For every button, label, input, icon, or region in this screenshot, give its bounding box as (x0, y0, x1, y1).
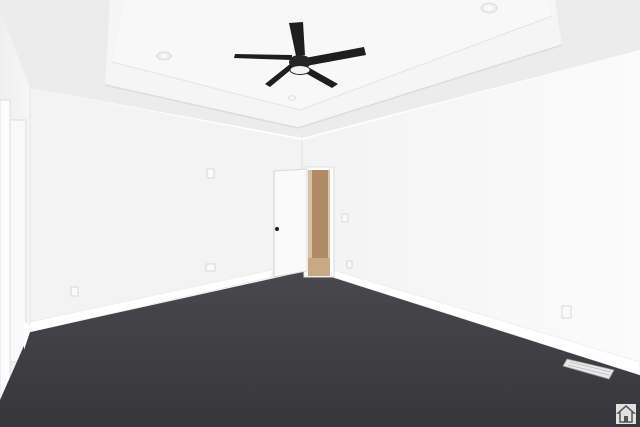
closet-door-trim (0, 99, 11, 421)
house-icon (616, 404, 636, 424)
light-switch (206, 168, 215, 179)
room-scene (0, 0, 640, 427)
recessed-light (480, 2, 498, 14)
wall-outlet (561, 305, 572, 319)
closet-door-frame (7, 119, 27, 363)
wall-outlet (346, 260, 353, 269)
hallway-floor (308, 258, 330, 276)
open-door[interactable] (273, 168, 308, 278)
door-knob (275, 227, 279, 231)
light-switch (341, 213, 349, 223)
fan-light (289, 65, 311, 75)
hallway-wood-panel (312, 170, 328, 260)
wall-outlet (205, 263, 216, 272)
wall-outlet (70, 286, 79, 297)
recessed-light (156, 51, 172, 61)
recessed-light (287, 95, 297, 101)
